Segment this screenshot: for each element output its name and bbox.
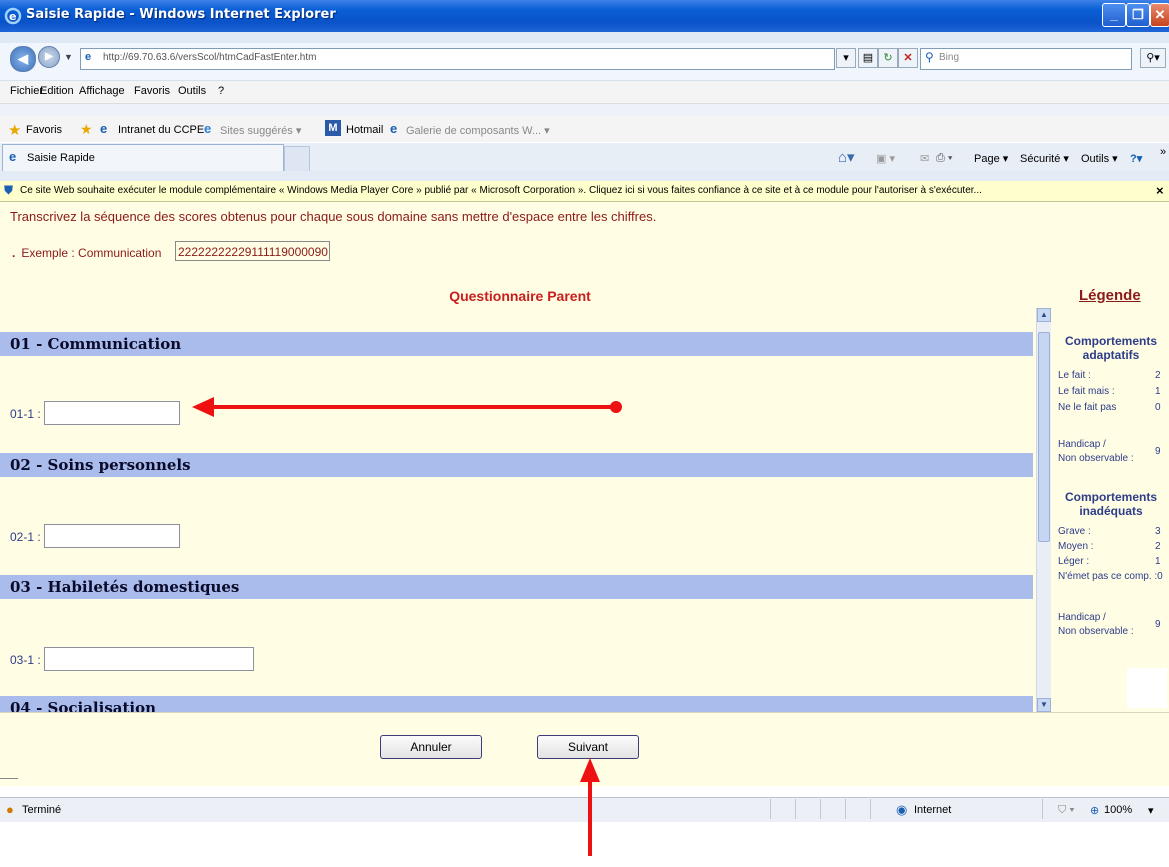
annotation-overlay <box>192 397 622 856</box>
arrow-to-input-01-1 <box>192 397 622 417</box>
arrow-to-next-button <box>580 758 600 856</box>
